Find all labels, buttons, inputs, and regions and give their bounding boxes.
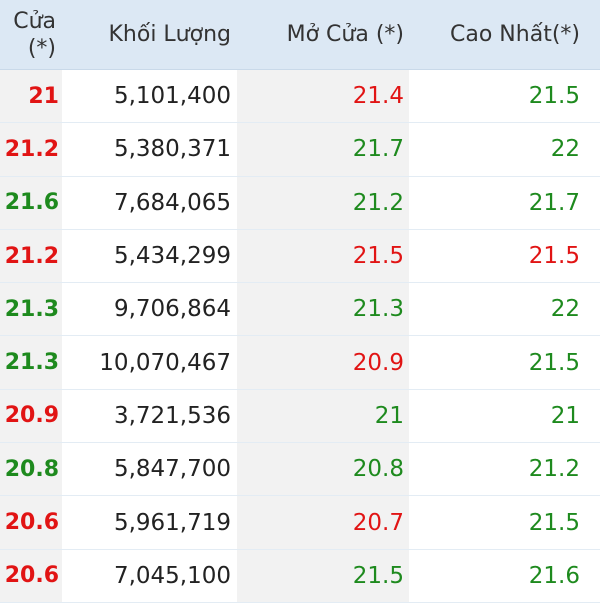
table-row[interactable]: 21.2 5,434,299 21.5 21.5 <box>0 229 600 284</box>
close-price-cell: 21.3 <box>0 283 62 336</box>
high-price-cell: 21.5 <box>528 509 580 536</box>
table-row[interactable]: 20.6 5,961,719 20.7 21.5 <box>0 496 600 550</box>
close-price-cell: 21.6 <box>0 176 62 229</box>
header-close-line2: (*) <box>27 35 56 61</box>
volume-cell: 5,380,371 <box>113 136 231 163</box>
header-close-price[interactable]: Cửa (*) <box>0 0 62 69</box>
high-price-cell: 21.5 <box>528 349 580 376</box>
open-price-cell: 20.7 <box>237 496 409 549</box>
table-row[interactable]: 20.8 5,847,700 20.8 21.2 <box>0 443 600 497</box>
close-price-cell: 21.2 <box>0 123 62 176</box>
volume-cell: 5,434,299 <box>113 243 231 270</box>
open-price-cell: 21.3 <box>237 283 409 336</box>
close-price-cell: 20.9 <box>0 389 62 443</box>
table-row[interactable]: 21.6 7,684,065 21.2 21.7 <box>0 176 600 230</box>
close-price-cell: 20.6 <box>0 496 62 549</box>
table-row[interactable]: 20.6 7,045,100 21.5 21.6 <box>0 549 600 603</box>
volume-cell: 5,847,700 <box>113 456 231 483</box>
header-open-price[interactable]: Mở Cửa (*) <box>237 0 409 69</box>
header-high-price[interactable]: Cao Nhất(*) <box>409 0 600 69</box>
price-history-table: Cửa (*) Khối Lượng Mở Cửa (*) Cao Nhất(*… <box>0 0 600 603</box>
high-price-cell: 22 <box>550 136 580 163</box>
high-price-cell: 21.6 <box>528 562 580 589</box>
volume-cell: 7,684,065 <box>113 189 231 216</box>
open-price-cell: 21.7 <box>237 123 409 176</box>
table-row[interactable]: 21.3 9,706,864 21.3 22 <box>0 283 600 337</box>
header-close-line1: Cửa <box>13 8 56 34</box>
open-price-cell: 20.8 <box>237 443 409 496</box>
volume-cell: 3,721,536 <box>113 402 231 429</box>
table-row[interactable]: 21 5,101,400 21.4 21.5 <box>0 70 600 124</box>
high-price-cell: 21.5 <box>528 243 580 270</box>
table-row[interactable]: 20.9 3,721,536 21 21 <box>0 389 600 444</box>
close-price-cell: 21 <box>0 70 62 123</box>
high-price-cell: 21 <box>550 402 580 429</box>
close-price-cell: 21.2 <box>0 229 62 283</box>
table-row[interactable]: 21.2 5,380,371 21.7 22 <box>0 123 600 177</box>
high-price-cell: 22 <box>550 296 580 323</box>
open-price-cell: 21 <box>237 389 409 443</box>
open-price-cell: 21.5 <box>237 549 409 602</box>
volume-cell: 5,101,400 <box>113 83 231 110</box>
table-header-row: Cửa (*) Khối Lượng Mở Cửa (*) Cao Nhất(*… <box>0 0 600 70</box>
table-row[interactable]: 21.3 10,070,467 20.9 21.5 <box>0 336 600 390</box>
volume-cell: 9,706,864 <box>113 296 231 323</box>
open-price-cell: 21.2 <box>237 176 409 229</box>
close-price-cell: 20.6 <box>0 549 62 602</box>
volume-cell: 7,045,100 <box>113 562 231 589</box>
table-body: 21 5,101,400 21.4 21.5 21.2 5,380,371 21.7 22 21… <box>0 70 600 603</box>
volume-cell: 5,961,719 <box>113 509 231 536</box>
close-price-cell: 21.3 <box>0 336 62 389</box>
volume-cell: 10,070,467 <box>99 349 231 376</box>
open-price-cell: 21.4 <box>237 70 409 123</box>
high-price-cell: 21.7 <box>528 189 580 216</box>
high-price-cell: 21.2 <box>528 456 580 483</box>
high-price-cell: 21.5 <box>528 83 580 110</box>
open-price-cell: 20.9 <box>237 336 409 389</box>
header-volume[interactable]: Khối Lượng <box>62 0 237 69</box>
open-price-cell: 21.5 <box>237 229 409 283</box>
close-price-cell: 20.8 <box>0 443 62 496</box>
